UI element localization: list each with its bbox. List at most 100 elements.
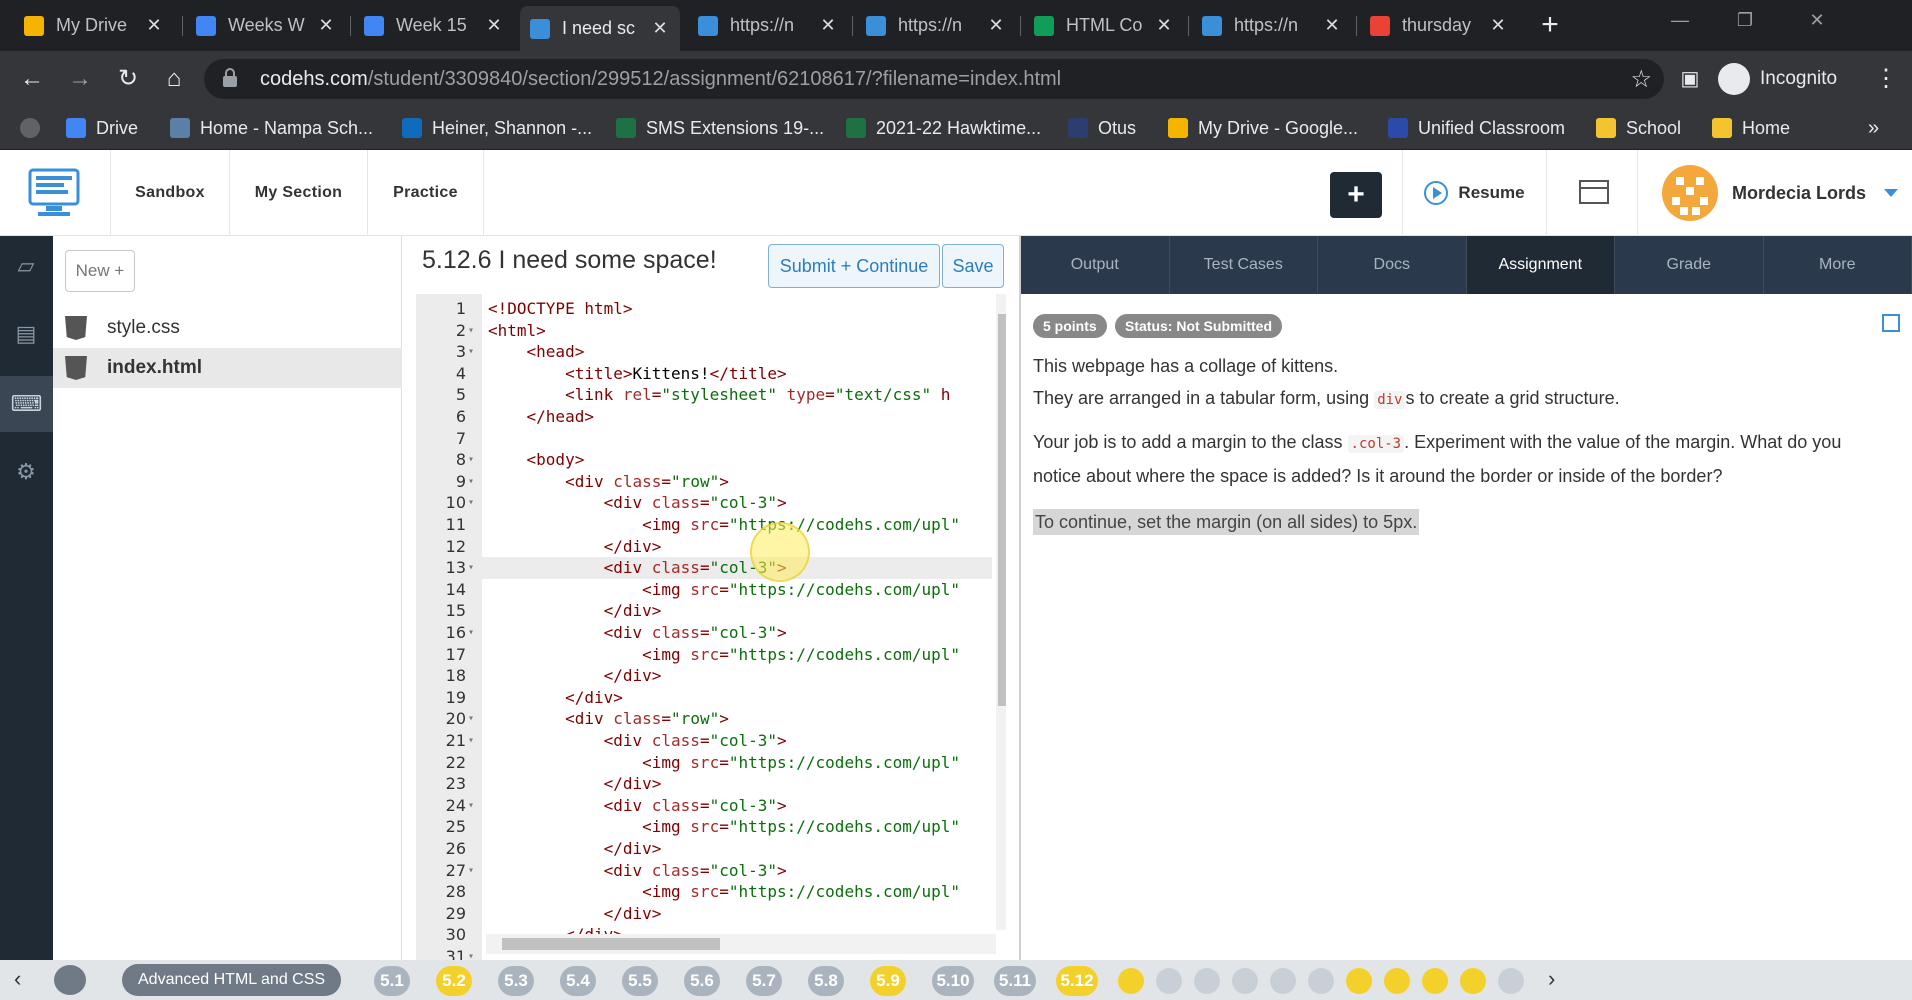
scroll-right-icon[interactable]: › [1548,966,1555,992]
browser-tab[interactable]: thursday ✕ [1360,7,1518,44]
lesson-5-10[interactable]: 5.10 [932,966,974,996]
tab-close-icon[interactable]: ✕ [1488,15,1508,36]
fold-arrow-icon[interactable]: ▾ [468,320,474,342]
code-line[interactable]: 19 </div> [416,687,992,709]
save-button[interactable]: Save [942,244,1004,288]
tab-close-icon[interactable]: ✕ [484,15,504,36]
activity-icon[interactable] [1156,968,1182,994]
calendar-icon[interactable]: ▤ [12,320,40,348]
lesson-5-4[interactable]: 5.4 [560,966,596,996]
close-window-icon[interactable]: ✕ [1802,10,1832,31]
fold-arrow-icon[interactable]: ▾ [468,795,474,817]
course-name[interactable]: Advanced HTML and CSS [122,964,342,996]
map-icon[interactable]: ▱ [12,252,40,280]
window-icon[interactable] [1546,150,1638,236]
code-line[interactable]: 3 ▾ <head> [416,341,992,363]
address-bar[interactable]: codehs.com/student/3309840/section/29951… [204,59,1664,99]
fold-arrow-icon[interactable]: ▾ [468,471,474,493]
bookmark-item[interactable]: Home [1712,116,1790,140]
code-line[interactable]: 5 <link rel="stylesheet" type="text/css"… [416,384,992,406]
browser-tab[interactable]: Week 15 ✕ [354,7,514,44]
nav-my-section[interactable]: My Section [230,150,368,236]
fold-arrow-icon[interactable]: ▾ [468,557,474,579]
fold-arrow-icon[interactable]: ▾ [468,708,474,730]
bookmark-item[interactable]: My Drive - Google... [1168,116,1358,140]
browser-tab[interactable]: https://n ✕ [1192,7,1352,44]
home-icon[interactable]: ⌂ [158,63,190,95]
activity-icon[interactable] [1384,968,1410,994]
code-line[interactable]: 7 [416,428,992,450]
lesson-5-11[interactable]: 5.11 [994,966,1036,996]
code-line[interactable]: 14 <img src="https://codehs.com/upl" [416,579,992,601]
file-item-index-html[interactable]: index.html [53,348,402,388]
bookmark-item[interactable]: School [1596,116,1681,140]
code-line[interactable]: 9 ▾ <div class="row"> [416,471,992,493]
activity-icon[interactable] [1346,968,1372,994]
minimize-icon[interactable]: — [1665,10,1695,31]
bookmark-item[interactable]: Otus [1068,116,1136,140]
browser-tab[interactable]: Weeks W ✕ [186,7,346,44]
code-line[interactable]: 22 <img src="https://codehs.com/upl" [416,752,992,774]
code-icon[interactable]: ⌨ [0,376,53,432]
activity-icon[interactable] [1194,968,1220,994]
gear-icon[interactable]: ⚙ [12,458,40,486]
code-line[interactable]: 29 </div> [416,903,992,925]
browser-tab[interactable]: https://n ✕ [856,7,1016,44]
maximize-icon[interactable]: ❐ [1730,10,1760,31]
lesson-5-2[interactable]: 5.2 [436,966,472,996]
bookmark-item[interactable]: Unified Classroom [1388,116,1565,140]
bookmark-item[interactable]: SMS Extensions 19-... [616,116,824,140]
lesson-5-1[interactable]: 5.1 [374,966,410,996]
code-line[interactable]: 18 </div> [416,665,992,687]
code-line[interactable]: 10 ▾ <div class="col-3"> [416,492,992,514]
forward-icon[interactable]: → [64,63,96,95]
browser-tab[interactable]: https://n ✕ [688,7,848,44]
code-line[interactable]: 24 ▾ <div class="col-3"> [416,795,992,817]
tab-close-icon[interactable]: ✕ [1322,15,1342,36]
horizontal-scrollbar[interactable] [486,934,996,954]
fold-arrow-icon[interactable]: ▾ [468,449,474,471]
new-file-button[interactable]: New + [65,250,135,292]
code-line[interactable]: 13▾ <div class="col-3"> [416,557,992,579]
tab-close-icon[interactable]: ✕ [1154,15,1174,36]
browser-tab[interactable]: I need sc ✕ [520,6,680,51]
bookmark-item[interactable]: Home - Nampa Sch... [170,116,373,140]
code-line[interactable]: 17 <img src="https://codehs.com/upl" [416,644,992,666]
scroll-left-icon[interactable]: ‹ [14,966,21,992]
tab-close-icon[interactable]: ✕ [650,18,670,39]
bookmark-item[interactable]: Drive [66,116,138,140]
side-panel-icon[interactable]: ▣ [1674,63,1706,95]
bookmark-item[interactable]: 2021-22 Hawktime... [846,116,1041,140]
lesson-5-8[interactable]: 5.8 [808,966,844,996]
code-line[interactable]: 11 <img src="https://codehs.com/upl" [416,514,992,536]
browser-tab[interactable]: My Drive ✕ [14,7,174,44]
code-line[interactable]: 4 <title>Kittens!</title> [416,363,992,385]
incognito-indicator[interactable]: Incognito [1718,59,1837,99]
tab-close-icon[interactable]: ✕ [986,15,1006,36]
code-line[interactable]: 27 ▾ <div class="col-3"> [416,860,992,882]
code-line[interactable]: 20 ▾ <div class="row"> [416,708,992,730]
resume-button[interactable]: Resume [1402,150,1546,236]
lesson-5-12[interactable]: 5.12 [1056,966,1098,996]
activity-icon[interactable] [1270,968,1296,994]
browser-tab[interactable]: HTML Co ✕ [1024,7,1184,44]
code-line[interactable]: 6 </head> [416,406,992,428]
vertical-scrollbar[interactable] [996,294,1006,930]
code-line[interactable]: 25 <img src="https://codehs.com/upl" [416,816,992,838]
code-line[interactable]: 28 <img src="https://codehs.com/upl" [416,881,992,903]
nav-practice[interactable]: Practice [368,150,484,236]
add-button[interactable]: + [1330,172,1382,218]
code-line[interactable]: 16 ▾ <div class="col-3"> [416,622,992,644]
code-editor[interactable]: 1 <!DOCTYPE html> 2 ▾ <html> 3 ▾ <head> 4 <titl… [416,294,1006,960]
activity-icon[interactable] [1232,968,1258,994]
external-link-icon[interactable] [1882,314,1900,332]
tab-close-icon[interactable]: ✕ [144,15,164,36]
tab-output[interactable]: Output [1021,236,1170,294]
activity-icon[interactable] [1498,968,1524,994]
lesson-5-6[interactable]: 5.6 [684,966,720,996]
bookmark-star-icon[interactable]: ☆ [1630,65,1652,94]
fold-arrow-icon[interactable]: ▾ [468,622,474,644]
submit-continue-button[interactable]: Submit + Continue [768,244,940,288]
lesson-5-7[interactable]: 5.7 [746,966,782,996]
file-item-style-css[interactable]: style.css [53,308,402,348]
